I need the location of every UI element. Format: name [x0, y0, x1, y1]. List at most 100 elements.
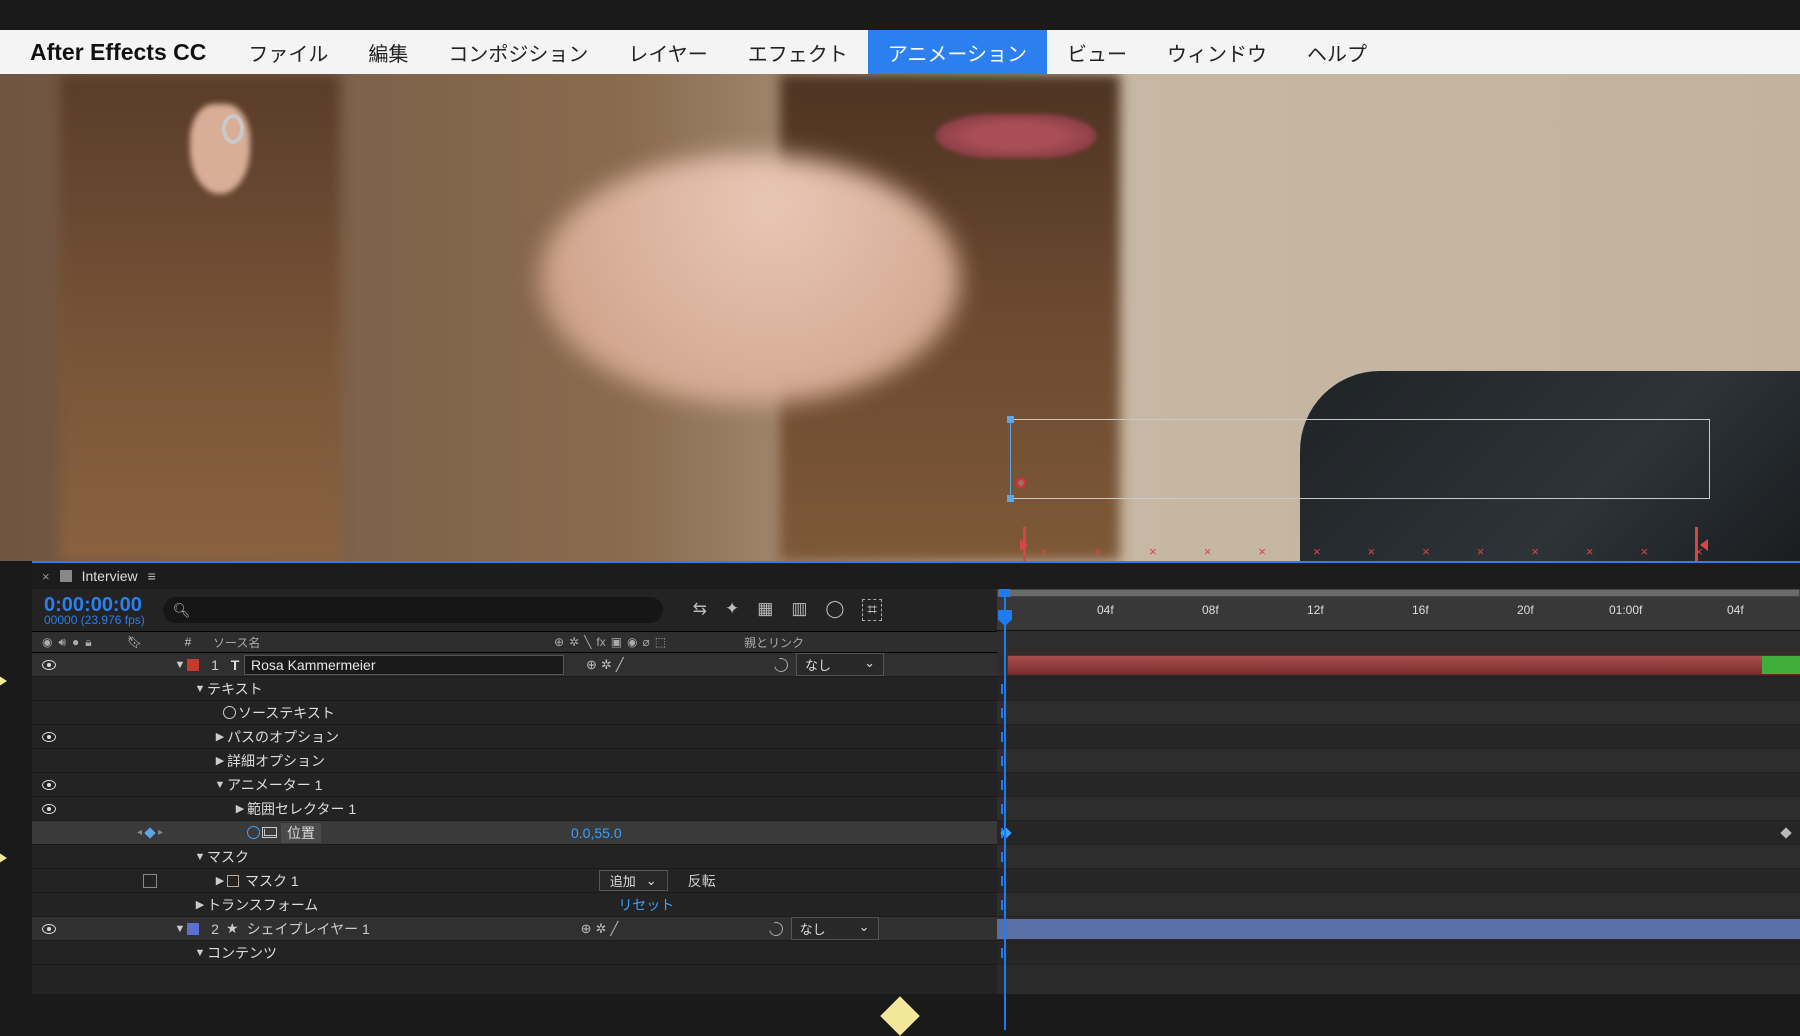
keyframe-diamond-icon[interactable]	[144, 827, 155, 838]
track-row[interactable]	[997, 917, 1800, 941]
close-icon[interactable]: ×	[42, 569, 50, 584]
work-area-bar[interactable]	[997, 589, 1800, 597]
tab-menu-icon[interactable]: ≡	[148, 568, 156, 584]
col-source-name[interactable]: ソース名	[203, 634, 548, 651]
prop-text: テキスト	[207, 679, 263, 699]
prop-more-options: 詳細オプション	[227, 751, 325, 771]
audio-icon[interactable]: 🔊︎	[58, 635, 66, 650]
layer-number: 1	[204, 657, 226, 673]
layer-switches[interactable]: ⊕✲╱	[582, 657, 766, 673]
mask-color-swatch[interactable]	[227, 875, 239, 887]
text-layer-bounds[interactable]	[1010, 419, 1710, 499]
layer-switches[interactable]: ⊕✲╱	[577, 921, 761, 937]
col-switches[interactable]: ⊕✲╲fx▣◉⌀⬚	[548, 635, 732, 649]
graph-editor-icon[interactable]: ◯	[825, 599, 844, 621]
timeline-panel: × Interview ≡ 0:00:00:00 00000 (23.976 f…	[32, 561, 1800, 994]
playhead-line[interactable]	[1004, 597, 1006, 1030]
menu-help[interactable]: ヘルプ	[1287, 30, 1387, 74]
ruler-tick: 12f	[1307, 603, 1324, 617]
menubar: After Effects CC ファイル 編集 コンポジション レイヤー エフ…	[0, 30, 1800, 74]
ruler-tick: 01:00f	[1609, 603, 1642, 617]
col-parent[interactable]: 親とリンク	[732, 634, 910, 651]
layer-name[interactable]: Rosa Kammermeier	[244, 655, 582, 675]
keyframe-track[interactable]	[997, 821, 1800, 845]
app-name: After Effects CC	[0, 39, 228, 66]
parent-dropdown[interactable]: なし⌄	[791, 917, 879, 940]
eye-icon[interactable]	[42, 732, 56, 742]
twirl-icon[interactable]: ▼	[213, 779, 227, 791]
track-row[interactable]	[997, 653, 1800, 677]
lock-icon[interactable]: 🔒︎	[85, 635, 91, 650]
stopwatch-icon[interactable]	[247, 826, 260, 839]
menu-animation[interactable]: アニメーション	[868, 30, 1047, 74]
col-number[interactable]: #	[173, 635, 203, 649]
prop-mask-1: マスク 1	[245, 871, 299, 891]
render-queue-icon[interactable]: ⌗	[862, 599, 882, 621]
twirl-icon[interactable]: ▼	[173, 659, 187, 671]
twirl-icon[interactable]: ▼	[173, 923, 187, 935]
twirl-icon[interactable]: ▶	[233, 802, 247, 815]
twirl-icon[interactable]: ▶	[213, 730, 227, 743]
av-toggles-header: ◉ 🔊︎ ● 🔒︎	[32, 635, 127, 650]
parent-dropdown[interactable]: なし⌄	[796, 653, 884, 676]
twirl-icon[interactable]: ▼	[193, 851, 207, 863]
keyframe-icon[interactable]	[1780, 827, 1791, 838]
pickwhip-icon[interactable]	[771, 655, 790, 674]
twirl-icon[interactable]: ▶	[213, 874, 227, 887]
composition-viewer[interactable]: ×××××××××××××	[0, 74, 1800, 561]
menu-layer[interactable]: レイヤー	[608, 30, 727, 74]
playhead-handle[interactable]	[999, 589, 1010, 597]
mask-mode-dropdown[interactable]: 追加⌄	[599, 870, 668, 891]
menu-view[interactable]: ビュー	[1047, 30, 1147, 74]
menu-window[interactable]: ウィンドウ	[1147, 30, 1287, 74]
menu-file[interactable]: ファイル	[228, 30, 348, 74]
layer-color-swatch[interactable]	[187, 923, 199, 935]
twirl-icon[interactable]: ▶	[213, 754, 227, 767]
timeline-search[interactable]: 🔍︎	[163, 597, 663, 623]
layer-color-swatch[interactable]	[187, 659, 199, 671]
time-ruler[interactable]: 04f 08f 12f 16f 20f 01:00f 04f	[997, 589, 1800, 631]
timeline-tracks[interactable]: 04f 08f 12f 16f 20f 01:00f 04f	[997, 589, 1800, 994]
twirl-icon[interactable]: ▼	[193, 683, 207, 695]
decoration-arrow	[0, 668, 7, 694]
comp-flow-icon[interactable]: ⇆	[693, 599, 707, 621]
resize-handle[interactable]	[1007, 495, 1014, 502]
timeline-tab[interactable]: Interview	[82, 568, 138, 584]
shy-icon[interactable]: ✦	[725, 599, 739, 621]
layer-name-field[interactable]: Rosa Kammermeier	[244, 655, 564, 675]
reset-link[interactable]: リセット	[618, 895, 674, 915]
frame-blend-icon[interactable]: ▦	[757, 599, 773, 621]
position-value[interactable]: 0.0,55.0	[571, 825, 622, 841]
eye-icon[interactable]	[42, 804, 56, 814]
menu-edit[interactable]: 編集	[348, 30, 428, 74]
solo-icon[interactable]: ●	[72, 635, 79, 650]
layer-bar[interactable]	[997, 919, 1800, 939]
shape-layer-icon: ★	[226, 920, 239, 937]
motion-blur-icon[interactable]: ▥	[791, 599, 807, 621]
prop-mask: マスク	[207, 847, 249, 867]
comp-icon	[60, 570, 72, 582]
invert-label[interactable]: 反転	[688, 871, 716, 891]
twirl-icon[interactable]: ▼	[193, 947, 207, 959]
graph-icon[interactable]	[262, 827, 277, 838]
viewer-content	[540, 154, 960, 404]
menu-effect[interactable]: エフェクト	[728, 30, 868, 74]
layer-bar-end[interactable]	[1762, 656, 1800, 674]
layer-name[interactable]: シェイプレイヤー 1	[239, 919, 577, 939]
twirl-icon[interactable]: ▶	[193, 898, 207, 911]
timecode-block[interactable]: 0:00:00:00 00000 (23.976 fps)	[44, 594, 145, 627]
label-header[interactable]: 🔖︎	[127, 635, 173, 649]
resize-handle[interactable]	[1007, 416, 1014, 423]
pickwhip-icon[interactable]	[766, 919, 785, 938]
eye-icon[interactable]	[42, 660, 56, 670]
eye-icon[interactable]	[42, 780, 56, 790]
anchor-point-icon[interactable]	[1016, 478, 1026, 488]
eye-icon[interactable]	[42, 924, 56, 934]
menu-composition[interactable]: コンポジション	[428, 30, 608, 74]
viewer-content	[936, 114, 1096, 158]
ruler-tick: 16f	[1412, 603, 1429, 617]
stopwatch-icon[interactable]	[223, 706, 236, 719]
layer-bar[interactable]	[1007, 655, 1800, 675]
keyframe-nav[interactable]: ◂▸	[127, 827, 173, 838]
video-icon[interactable]: ◉	[42, 635, 52, 650]
